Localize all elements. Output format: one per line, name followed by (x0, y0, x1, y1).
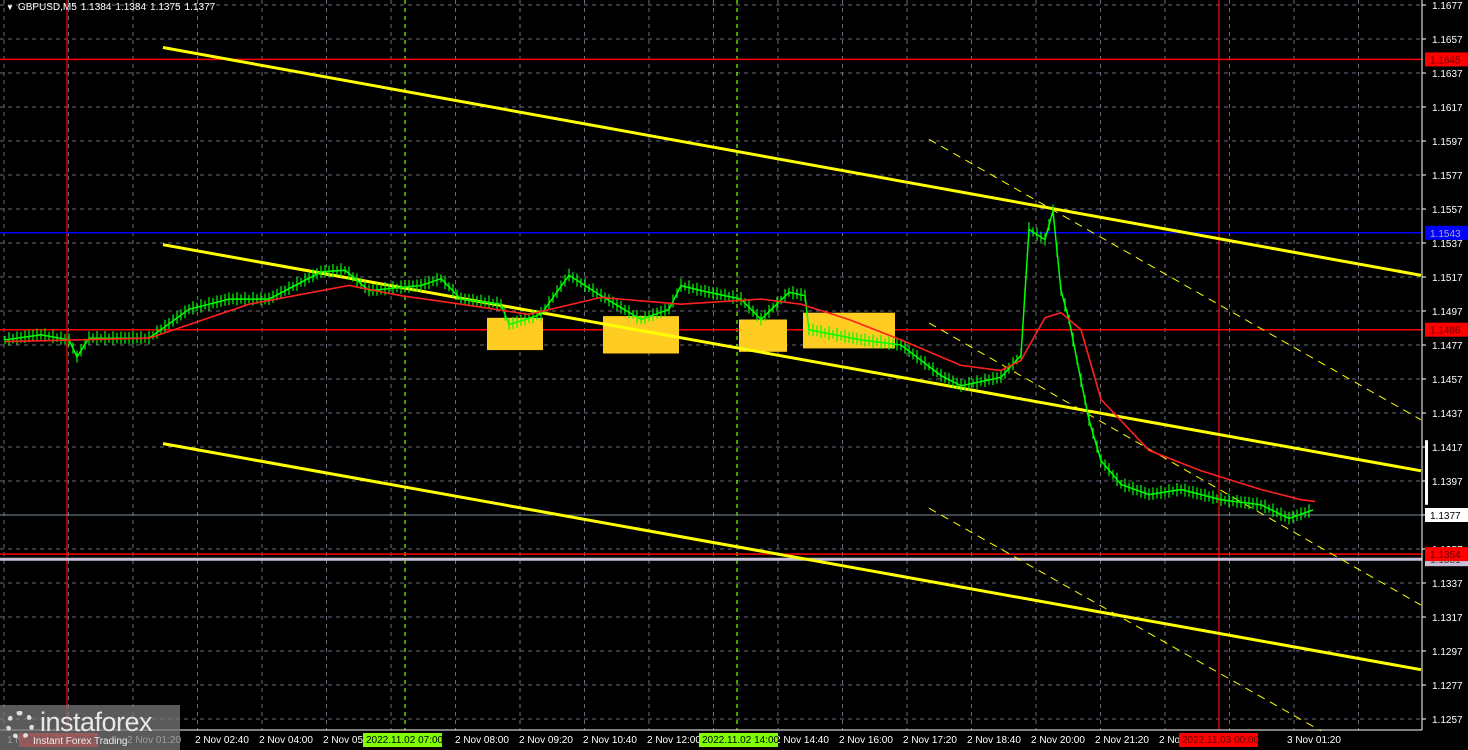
x-tick-label: 2 Nov 10:40 (583, 735, 637, 746)
y-tick-label: 1.1577 (1432, 171, 1463, 182)
y-tick-label: 1.1277 (1432, 681, 1463, 692)
y-tick-label: 1.1677 (1432, 1, 1463, 12)
x-tick-label: 2 Nov 21:20 (1095, 735, 1149, 746)
price-level-label: 1.1645 (1430, 55, 1461, 66)
x-tick-label: 2 Nov 17:20 (903, 735, 957, 746)
y-tick-label: 1.1317 (1432, 613, 1463, 624)
price-level-label: 1.1354 (1430, 550, 1461, 561)
price-level-label: 1.1543 (1430, 229, 1461, 240)
chart-header: ▼ GBPUSD,M5 1.1384 1.1384 1.1375 1.1377 (6, 2, 215, 13)
y-tick-label: 1.1517 (1432, 273, 1463, 284)
symbol-label: GBPUSD,M5 (17, 2, 77, 13)
y-tick-label: 1.1617 (1432, 103, 1463, 114)
y-tick-label: 1.1537 (1432, 239, 1463, 250)
close-price: 1.1377 (184, 2, 216, 13)
current-price-label: 1.1377 (1430, 511, 1461, 522)
x-tick-label: 2 Nov 12:00 (647, 735, 701, 746)
x-tick-label: 2 Nov 09:20 (519, 735, 573, 746)
time-marker-label: 2022.11.02 07:00 (366, 735, 444, 746)
y-tick-label: 1.1397 (1432, 477, 1463, 488)
x-tick-label: 2 Nov 08:00 (455, 735, 509, 746)
y-tick-label: 1.1597 (1432, 137, 1463, 148)
price-axis-marker (1425, 440, 1428, 505)
y-tick-label: 1.1557 (1432, 205, 1463, 216)
x-tick-label: 3 Nov 01:20 (1287, 735, 1341, 746)
y-tick-label: 1.1257 (1432, 715, 1463, 726)
x-tick-label: 2 Nov 20:00 (1031, 735, 1085, 746)
collapse-triangle-icon[interactable]: ▼ (6, 3, 14, 12)
low-price: 1.1375 (150, 2, 181, 13)
y-tick-label: 1.1417 (1432, 443, 1463, 454)
y-tick-label: 1.1337 (1432, 579, 1463, 590)
signal-box (739, 319, 787, 352)
price-chart[interactable]: 1.1677 1.1657 1.1637 1.1617 1.1597 1.1577 1.15… (0, 0, 1468, 750)
y-tick-label: 1.1637 (1432, 69, 1463, 80)
y-tick-label: 1.1657 (1432, 35, 1463, 46)
time-marker-label: 2022.11.02 14:00 (702, 735, 780, 746)
y-tick-label: 1.1437 (1432, 409, 1463, 420)
time-marker-label: 2022.11.03 00:00 (1182, 735, 1260, 746)
x-tick-label: 2 Nov 18:40 (967, 735, 1021, 746)
logo-brand: instaforex (40, 707, 153, 737)
x-tick-label: 2 Nov 14:40 (775, 735, 829, 746)
open-price: 1.1384 (80, 2, 112, 13)
y-tick-label: 1.1497 (1432, 307, 1463, 318)
x-tick-label: 2 Nov 16:00 (839, 735, 893, 746)
gear-logo-icon (6, 711, 34, 739)
x-tick-label: 2 Nov 04:00 (259, 735, 313, 746)
logo-tagline: Instant Forex Trading (33, 736, 128, 747)
y-tick-label: 1.1477 (1432, 341, 1463, 352)
price-level-label: 1.1486 (1430, 326, 1461, 337)
y-tick-label: 1.1297 (1432, 647, 1463, 658)
y-tick-label: 1.1457 (1432, 375, 1463, 386)
x-tick-label: 2 Nov 02:40 (195, 735, 249, 746)
instaforex-logo: instaforex Instant Forex Trading (0, 705, 180, 750)
high-price: 1.1384 (115, 2, 147, 13)
